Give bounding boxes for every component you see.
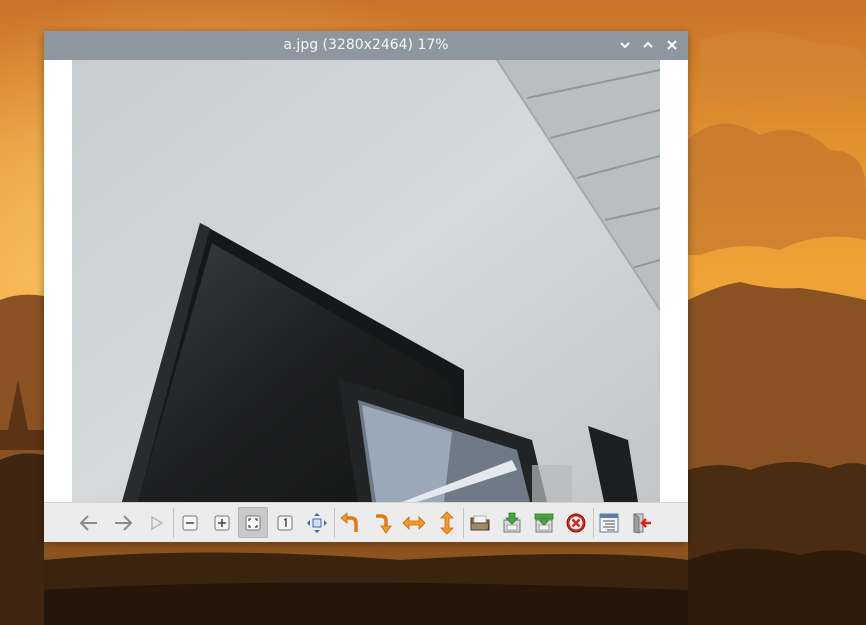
original-size-button[interactable] xyxy=(270,507,300,538)
flip-horizontal-button[interactable] xyxy=(399,507,429,538)
flip-vertical-icon xyxy=(440,510,454,535)
preferences-button[interactable] xyxy=(594,507,624,538)
fullscreen-icon xyxy=(307,512,327,533)
preferences-icon xyxy=(599,513,619,532)
save-as-button[interactable] xyxy=(529,507,559,538)
photo-image xyxy=(72,60,660,502)
close-button[interactable] xyxy=(665,38,679,52)
fullscreen-button[interactable] xyxy=(302,507,332,538)
rotate-right-icon xyxy=(376,513,392,534)
arrow-left-icon xyxy=(79,514,97,531)
delete-icon xyxy=(566,513,586,532)
rotate-right-button[interactable] xyxy=(367,507,397,538)
image-canvas[interactable] xyxy=(44,60,688,502)
image-viewer-window: a.jpg (3280x2464) 17% xyxy=(44,31,688,542)
delete-file-button[interactable] xyxy=(561,507,591,538)
previous-button[interactable] xyxy=(74,507,104,538)
play-icon xyxy=(151,515,164,530)
title-bar[interactable]: a.jpg (3280x2464) 17% xyxy=(44,31,688,60)
next-button[interactable] xyxy=(108,507,138,538)
original-size-icon xyxy=(277,515,293,530)
displayed-photo xyxy=(72,60,660,502)
chevron-down-icon xyxy=(620,42,630,49)
open-file-button[interactable] xyxy=(465,507,495,538)
save-icon xyxy=(503,512,521,532)
zoom-out-button[interactable] xyxy=(175,507,205,538)
fit-to-window-button[interactable] xyxy=(238,507,268,538)
zoom-out-icon xyxy=(182,515,198,530)
maximize-button[interactable] xyxy=(641,38,655,52)
rotate-left-button[interactable] xyxy=(335,507,365,538)
zoom-in-icon xyxy=(214,515,230,530)
toolbar xyxy=(44,502,688,542)
open-folder-icon xyxy=(470,515,490,530)
flip-horizontal-icon xyxy=(402,515,426,530)
rotate-left-icon xyxy=(340,511,358,532)
window-title: a.jpg (3280x2464) 17% xyxy=(283,37,449,53)
save-as-icon xyxy=(534,513,554,532)
toolbar-separator xyxy=(463,508,464,538)
flip-vertical-button[interactable] xyxy=(432,507,462,538)
slideshow-button[interactable] xyxy=(141,507,171,538)
quit-icon xyxy=(633,512,651,533)
close-icon xyxy=(667,40,677,50)
chevron-up-icon xyxy=(643,41,653,48)
save-file-button[interactable] xyxy=(497,507,527,538)
quit-button[interactable] xyxy=(627,507,657,538)
zoom-in-button[interactable] xyxy=(207,507,237,538)
toolbar-separator xyxy=(173,508,174,538)
fit-window-icon xyxy=(245,515,261,530)
minimize-button[interactable] xyxy=(618,38,632,52)
arrow-right-icon xyxy=(115,514,133,531)
